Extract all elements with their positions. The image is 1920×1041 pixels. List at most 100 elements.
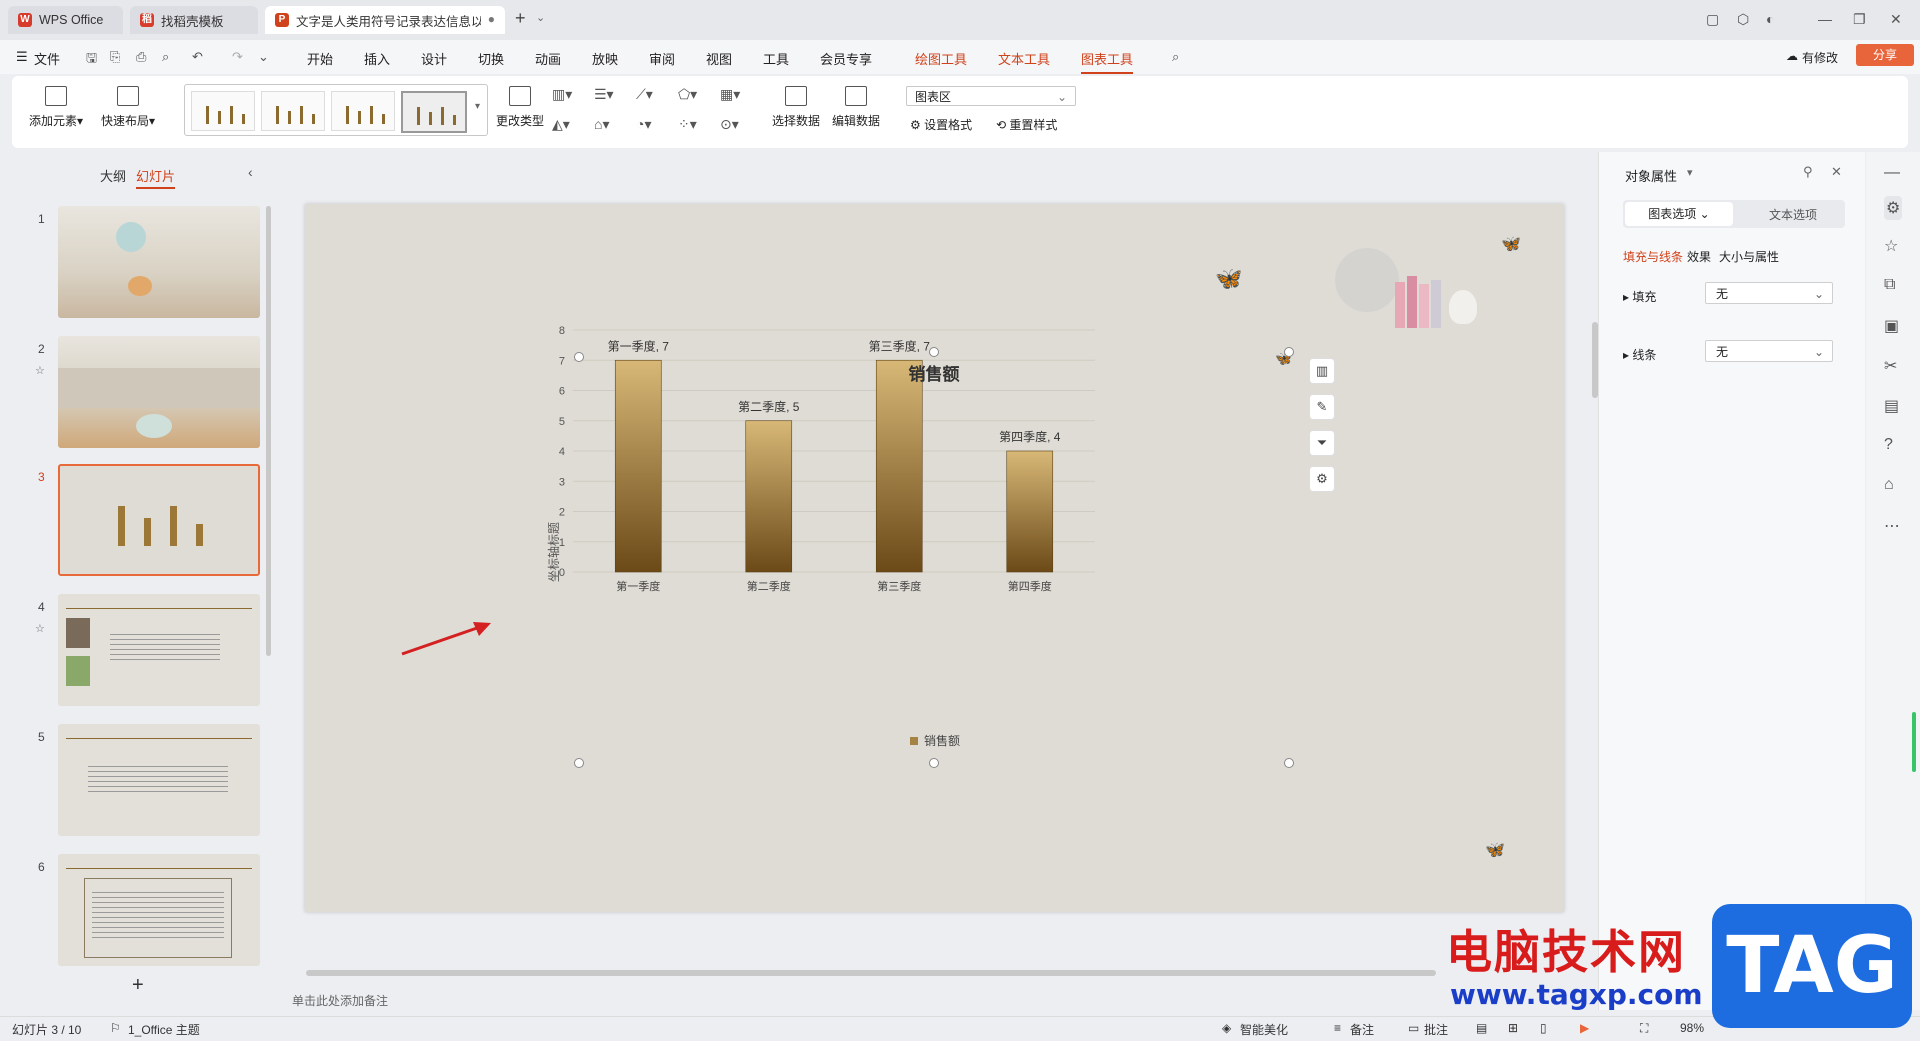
has-changes-label[interactable]: 有修改 <box>1802 49 1838 66</box>
print-icon[interactable]: ⎙ <box>136 49 146 65</box>
subtab-fill-line[interactable]: 填充与线条 <box>1623 248 1683 265</box>
pin-icon[interactable]: ⚲ <box>1803 164 1813 180</box>
chart-bar[interactable] <box>1006 450 1054 573</box>
new-tab-button[interactable]: + <box>515 8 526 29</box>
menu-drawing-tools[interactable]: 绘图工具 <box>915 49 967 68</box>
quick-layout-button[interactable]: 快速布局▾ <box>98 86 158 129</box>
image-icon[interactable]: ▣ <box>1884 316 1899 336</box>
notes-button[interactable]: 备注 <box>1350 1021 1374 1038</box>
bar-chart-icon[interactable]: ▥▾ <box>552 86 572 103</box>
normal-view-icon[interactable]: ▤ <box>1476 1021 1487 1035</box>
chart-filter-icon[interactable]: ⏷ <box>1309 430 1335 456</box>
fit-window-icon[interactable]: ⛶ <box>1640 1021 1648 1036</box>
chart-bar[interactable] <box>614 359 662 573</box>
chart-bar[interactable] <box>875 359 923 573</box>
fill-dropdown[interactable]: 无 ⌄ <box>1705 282 1833 304</box>
line-dropdown[interactable]: 无 ⌄ <box>1705 340 1833 362</box>
reading-view-icon[interactable]: ▯ <box>1540 1021 1547 1035</box>
search-icon[interactable]: ⌕ <box>1172 49 1179 65</box>
minimize-icon[interactable]: — <box>1818 11 1832 27</box>
reset-style-button[interactable]: ⟲ 重置样式 <box>996 116 1057 133</box>
menu-tools[interactable]: 工具 <box>763 49 789 68</box>
menu-transition[interactable]: 切换 <box>478 49 504 68</box>
menu-view[interactable]: 视图 <box>706 49 732 68</box>
slide-thumbnail-2[interactable] <box>58 336 260 448</box>
comments-button[interactable]: 批注 <box>1424 1021 1448 1038</box>
close-pane-icon[interactable]: ✕ <box>1831 164 1842 180</box>
zoom-level[interactable]: 98% <box>1680 1021 1704 1035</box>
slide-thumbnail-1[interactable] <box>58 206 260 318</box>
tab-text-options[interactable]: 文本选项 <box>1769 206 1817 223</box>
resize-handle-bottom-right[interactable] <box>1284 758 1294 768</box>
fill-section[interactable]: ▸ 填充 <box>1623 288 1656 305</box>
chart-style-gallery[interactable]: ▾ <box>184 84 488 136</box>
layers-icon[interactable]: ⧉ <box>1884 276 1895 294</box>
tab-slides[interactable]: 幻灯片 <box>136 166 176 189</box>
hamburger-icon[interactable]: ☰ <box>16 49 28 65</box>
menu-design[interactable]: 设计 <box>421 49 447 68</box>
slide-thumbnail-4[interactable] <box>58 594 260 706</box>
minimize-pane-icon[interactable]: — <box>1884 164 1900 182</box>
help-icon[interactable]: ? <box>1884 436 1893 454</box>
bubble-chart-icon[interactable]: ⊙▾ <box>720 116 739 133</box>
resize-handle-bottom-left[interactable] <box>574 758 584 768</box>
tab-outline[interactable]: 大纲 <box>100 166 126 185</box>
menu-chart-tools[interactable]: 图表工具 <box>1081 49 1134 74</box>
tools-icon[interactable]: ✂ <box>1884 356 1897 376</box>
close-window-icon[interactable]: ✕ <box>1890 11 1902 28</box>
shirt-icon[interactable]: ⌂ <box>1884 476 1894 494</box>
legend-label[interactable]: 销售额 <box>924 733 960 748</box>
export-icon[interactable]: ⎘ <box>110 49 120 65</box>
line-section[interactable]: ▸ 线条 <box>1623 346 1656 363</box>
chart-style-2[interactable] <box>261 91 325 131</box>
sales-chart[interactable]: 012345678 第一季度, 7第二季度, 5第三季度, 7第四季度, 4 第… <box>305 204 1564 912</box>
slide-panel-scrollbar[interactable] <box>266 206 271 656</box>
stock-chart-icon[interactable]: ⌂▾ <box>594 116 609 133</box>
slide-thumbnail-5[interactable] <box>58 724 260 836</box>
edit-data-button[interactable]: 编辑数据 <box>830 86 882 129</box>
star-icon[interactable]: ☆ <box>1884 236 1898 256</box>
more-dropdown-icon[interactable]: ⌄ <box>258 49 269 65</box>
play-icon[interactable]: ▶ <box>1580 1021 1589 1035</box>
tab-template[interactable]: 稻 找稻壳模板 <box>130 6 258 34</box>
subtab-size[interactable]: 大小与属性 <box>1719 248 1779 265</box>
collapse-panel-icon[interactable]: ‹ <box>248 164 253 180</box>
chart-title[interactable]: 销售额 <box>909 364 960 384</box>
menu-file[interactable]: 文件 <box>34 49 60 68</box>
menu-insert[interactable]: 插入 <box>364 49 390 68</box>
chart-settings-icon[interactable]: ⚙ <box>1309 466 1335 492</box>
add-slide-button[interactable]: + <box>132 974 144 997</box>
canvas-horizontal-scrollbar[interactable] <box>306 970 1436 976</box>
tab-wps-office[interactable]: W WPS Office <box>8 6 123 34</box>
y-axis-title[interactable]: 坐标轴标题 <box>546 522 561 582</box>
cube-icon[interactable]: ⬡ <box>1737 11 1749 28</box>
menu-animation[interactable]: 动画 <box>535 49 561 68</box>
tab-document[interactable]: P 文字是人类用符号记录表达信息以 ● <box>265 6 505 34</box>
resize-handle-top-left[interactable] <box>574 352 584 362</box>
line-chart-icon[interactable]: ⟋▾ <box>636 86 653 103</box>
slide-thumbnail-3[interactable] <box>58 464 260 576</box>
slide-canvas[interactable]: 🦋 🦋 🦋 🦋 012345678 第一季度, 7 第二季度, 5 第三季度, 7第… <box>305 204 1564 912</box>
chart-style-3[interactable] <box>331 91 395 131</box>
area-chart-icon[interactable]: ◭▾ <box>552 116 570 133</box>
menu-text-tools[interactable]: 文本工具 <box>998 49 1050 68</box>
grid-view-icon[interactable]: ⊞ <box>1508 1021 1518 1035</box>
chart-element-select[interactable]: 图表区 ⌄ <box>906 86 1076 106</box>
undo-icon[interactable]: ↶ <box>192 49 203 65</box>
gallery-more-icon[interactable]: ▾ <box>475 101 480 112</box>
resize-handle-top-right[interactable] <box>1284 347 1294 357</box>
menu-home[interactable]: 开始 <box>307 49 333 68</box>
chart-bar[interactable] <box>745 420 793 573</box>
smart-beautify-button[interactable]: 智能美化 <box>1240 1021 1288 1038</box>
chevron-down-icon[interactable]: ⌄ <box>536 11 545 24</box>
subtab-effect[interactable]: 效果 <box>1687 248 1711 265</box>
layout-icon[interactable]: ▢ <box>1706 11 1719 28</box>
scatter-chart-icon[interactable]: ⁘▾ <box>678 116 697 133</box>
set-format-button[interactable]: ⚙ 设置格式 <box>910 116 972 133</box>
pie-chart-icon[interactable]: ◔▾ <box>636 116 651 133</box>
resize-handle-top[interactable] <box>929 347 939 357</box>
add-element-button[interactable]: 添加元素▾ <box>26 86 86 129</box>
select-data-button[interactable]: 选择数据 <box>770 86 822 129</box>
menu-member[interactable]: 会员专享 <box>820 49 872 68</box>
chart-style-1[interactable] <box>191 91 255 131</box>
